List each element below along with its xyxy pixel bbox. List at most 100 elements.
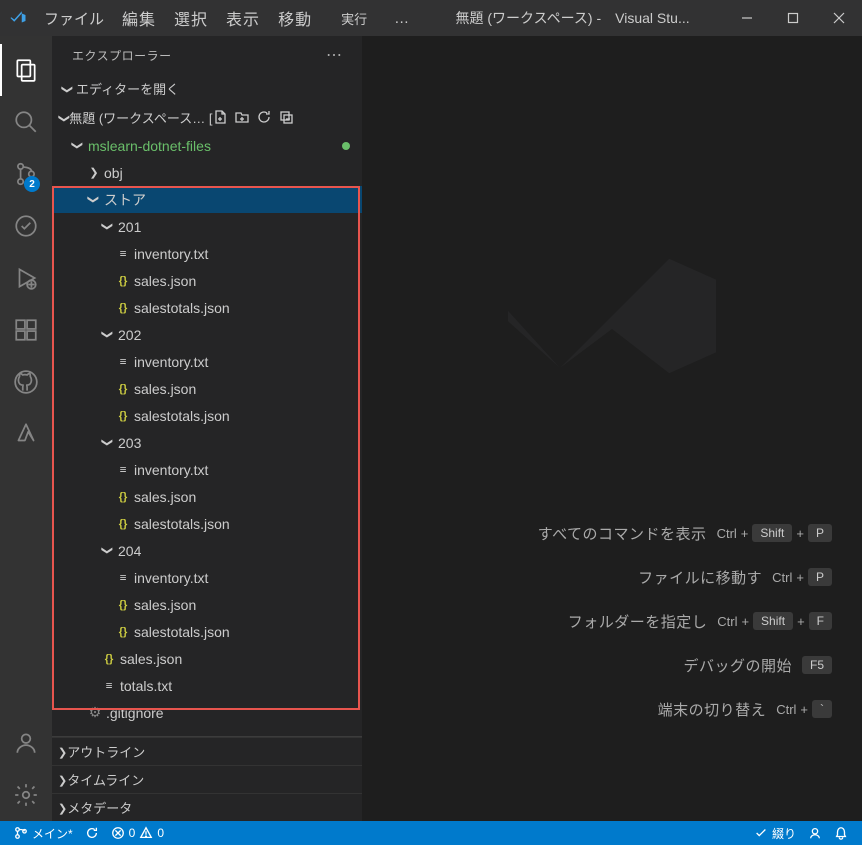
json-file-icon: {}	[100, 653, 118, 665]
vscode-logo	[0, 9, 35, 27]
json-file-icon: {}	[114, 410, 132, 422]
open-editors-section[interactable]: エディターを開く	[52, 74, 362, 102]
tree-file-gitignore[interactable]: ⚙.gitignore	[52, 699, 362, 726]
menu-bar: ファイル 編集 選択 表示 移動 実行 …	[35, 0, 421, 36]
activity-account[interactable]	[0, 717, 52, 769]
json-file-icon: {}	[114, 491, 132, 503]
menu-selection[interactable]: 選択	[165, 0, 217, 36]
file-label: inventory.txt	[132, 246, 208, 262]
check-icon	[754, 826, 768, 840]
key-plus: +	[797, 614, 805, 629]
tree-folder-201[interactable]: 201	[52, 213, 362, 240]
bell-icon	[834, 826, 848, 840]
file-label: sales.json	[132, 273, 196, 289]
spell-label: 綴り	[772, 825, 796, 842]
collapsed-sections: アウトライン タイムライン メタデータ	[52, 736, 362, 821]
activity-azure[interactable]	[0, 408, 52, 460]
tree-file[interactable]: {}sales.json	[52, 591, 362, 618]
feedback-icon	[808, 826, 822, 840]
tree-file[interactable]: {}sales.json	[52, 267, 362, 294]
explorer-panel: エクスプローラー ⋯ エディターを開く 無題 (ワークスペース… [ mslea…	[52, 36, 362, 821]
tree-folder-203[interactable]: 203	[52, 429, 362, 456]
close-button[interactable]	[816, 0, 862, 36]
tree-file[interactable]: {}sales.json	[52, 483, 362, 510]
refresh-icon[interactable]	[256, 109, 272, 125]
activity-github[interactable]	[0, 356, 52, 408]
activity-settings[interactable]	[0, 769, 52, 821]
status-notifications[interactable]	[828, 821, 854, 845]
json-file-icon: {}	[114, 518, 132, 530]
shortcut-label: 端末の切り替え	[392, 699, 766, 720]
tree-folder-store[interactable]: ストア	[52, 186, 362, 213]
tree-file[interactable]: {}sales.json	[52, 645, 362, 672]
outline-section[interactable]: アウトライン	[52, 737, 362, 765]
key-shift: Shift	[753, 612, 793, 630]
tree-file[interactable]: {}salestotals.json	[52, 618, 362, 645]
status-problems[interactable]: 0 0	[105, 821, 170, 845]
file-label: inventory.txt	[132, 462, 208, 478]
minimize-button[interactable]	[724, 0, 770, 36]
activity-search[interactable]	[0, 96, 52, 148]
status-feedback[interactable]	[802, 821, 828, 845]
shortcut-row: すべてのコマンドを表示 Ctrl + Shift + P	[392, 511, 832, 555]
key-plus: +	[741, 526, 749, 541]
tree-file[interactable]: {}salestotals.json	[52, 510, 362, 537]
file-label: sales.json	[118, 651, 182, 667]
editor-area: すべてのコマンドを表示 Ctrl + Shift + P ファイルに移動す Ct…	[362, 36, 862, 821]
error-icon	[111, 826, 125, 840]
collapse-all-icon[interactable]	[278, 109, 294, 125]
chevron-down-icon	[100, 220, 116, 233]
metadata-section[interactable]: メタデータ	[52, 793, 362, 821]
key-backtick: `	[812, 700, 832, 718]
tree-folder-root[interactable]: mslearn-dotnet-files	[52, 132, 362, 159]
shortcut-label: デバッグの開始	[392, 655, 792, 676]
tree-file[interactable]: ≡inventory.txt	[52, 240, 362, 267]
tree-file[interactable]: {}sales.json	[52, 375, 362, 402]
status-branch[interactable]: メイン*	[8, 821, 79, 845]
menu-run[interactable]: 実行	[321, 0, 376, 36]
folder-label: 203	[116, 435, 141, 451]
tree-folder-obj[interactable]: obj	[52, 159, 362, 186]
tree-folder-204[interactable]: 204	[52, 537, 362, 564]
activity-debug[interactable]	[0, 252, 52, 304]
chevron-right-icon	[58, 800, 67, 815]
activity-explorer[interactable]	[0, 44, 52, 96]
text-file-icon: ≡	[100, 679, 118, 692]
file-label: salestotals.json	[132, 624, 230, 640]
status-spell[interactable]: 綴り	[748, 821, 802, 845]
menu-file[interactable]: ファイル	[35, 0, 113, 36]
gear-icon: ⚙	[86, 704, 104, 721]
shortcut-row: 端末の切り替え Ctrl + `	[392, 687, 832, 731]
activity-test[interactable]	[0, 200, 52, 252]
timeline-section[interactable]: タイムライン	[52, 765, 362, 793]
warning-count: 0	[157, 826, 164, 840]
workspace-section[interactable]: 無題 (ワークスペース… [	[52, 102, 362, 132]
tree-file[interactable]: ≡inventory.txt	[52, 348, 362, 375]
status-sync[interactable]	[79, 821, 105, 845]
maximize-button[interactable]	[770, 0, 816, 36]
menu-view[interactable]: 表示	[217, 0, 269, 36]
tree-file[interactable]: ≡inventory.txt	[52, 456, 362, 483]
folder-label: 201	[116, 219, 141, 235]
menu-edit[interactable]: 編集	[113, 0, 165, 36]
key-f5: F5	[802, 656, 832, 674]
key-ctrl: Ctrl	[717, 614, 737, 629]
new-file-icon[interactable]	[212, 109, 228, 125]
tree-folder-202[interactable]: 202	[52, 321, 362, 348]
chevron-down-icon	[60, 81, 76, 96]
menu-more[interactable]: …	[376, 0, 421, 36]
tree-file[interactable]: ≡inventory.txt	[52, 564, 362, 591]
text-file-icon: ≡	[114, 355, 132, 368]
chevron-down-icon	[100, 436, 116, 449]
tree-file[interactable]: {}salestotals.json	[52, 402, 362, 429]
activity-extensions[interactable]	[0, 304, 52, 356]
file-label: inventory.txt	[132, 354, 208, 370]
tree-file[interactable]: {}salestotals.json	[52, 294, 362, 321]
menu-go[interactable]: 移動	[269, 0, 321, 36]
explorer-more-icon[interactable]: ⋯	[326, 45, 344, 65]
tree-file[interactable]: ≡totals.txt	[52, 672, 362, 699]
file-label: salestotals.json	[132, 408, 230, 424]
file-label: totals.txt	[118, 678, 172, 694]
activity-source-control[interactable]: 2	[0, 148, 52, 200]
new-folder-icon[interactable]	[234, 109, 250, 125]
